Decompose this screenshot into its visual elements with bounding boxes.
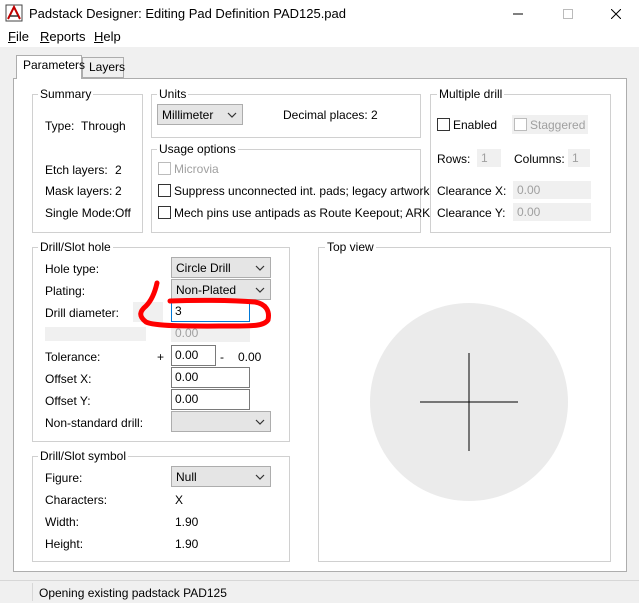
- plating-select[interactable]: Non-Plated: [171, 279, 271, 300]
- offset-y-input[interactable]: 0.00: [171, 389, 250, 410]
- chevron-down-icon: [255, 265, 265, 271]
- drill-slot-hole-title: Drill/Slot hole: [38, 240, 113, 254]
- microvia-checkbox[interactable]: [158, 162, 171, 175]
- clearance-x-field[interactable]: 0.00: [513, 181, 591, 199]
- offset-x-input[interactable]: 0.00: [171, 367, 250, 388]
- decimal-places-label: Decimal places:: [283, 108, 368, 122]
- suppress-unconnected-label: Suppress unconnected int. pads; legacy a…: [174, 184, 430, 198]
- mech-pins-checkbox[interactable]: [158, 206, 171, 219]
- type-label: Type:: [45, 119, 75, 133]
- secondary-diameter-field[interactable]: 0.00: [171, 324, 250, 342]
- non-standard-drill-select[interactable]: [171, 411, 271, 432]
- non-standard-drill-label: Non-standard drill:: [45, 416, 144, 430]
- tab-parameters[interactable]: Parameters: [16, 55, 85, 79]
- hole-type-select[interactable]: Circle Drill: [171, 257, 271, 278]
- etch-layers-value: 2: [115, 163, 122, 177]
- status-separator: [32, 583, 33, 601]
- tab-layers[interactable]: Layers: [82, 57, 125, 78]
- columns-label: Columns:: [514, 152, 565, 166]
- staggered-label: Staggered: [530, 118, 586, 132]
- width-label: Width:: [45, 515, 80, 529]
- plating-label: Plating:: [45, 284, 86, 298]
- window-title: Padstack Designer: Editing Pad Definitio…: [29, 6, 347, 21]
- drill-diameter-spacer: [133, 302, 163, 322]
- maximize-icon: [563, 8, 573, 19]
- tolerance-minus-sign: -: [220, 350, 224, 364]
- microvia-label: Microvia: [174, 162, 219, 176]
- height-label: Height:: [45, 537, 84, 551]
- decimal-places-value: 2: [371, 108, 378, 122]
- width-value: 1.90: [175, 515, 199, 529]
- menu-reports[interactable]: Reports: [40, 29, 86, 44]
- clearance-y-label: Clearance Y:: [437, 206, 506, 220]
- tolerance-plus-input[interactable]: 0.00: [171, 345, 216, 366]
- single-mode-value: Off: [115, 206, 131, 220]
- multi-drill-enabled-label: Enabled: [453, 118, 498, 132]
- units-title: Units: [157, 87, 189, 101]
- columns-field[interactable]: 1: [568, 149, 590, 167]
- chevron-down-icon: [255, 474, 265, 480]
- multiple-drill-title: Multiple drill: [437, 87, 505, 101]
- close-icon: [611, 8, 621, 19]
- menu-help[interactable]: Help: [94, 29, 121, 44]
- drill-diameter-label: Drill diameter:: [45, 306, 120, 320]
- multi-drill-enabled-checkbox[interactable]: [437, 118, 450, 131]
- top-view-canvas: [370, 303, 568, 501]
- usage-options-title: Usage options: [157, 142, 238, 156]
- chevron-down-icon: [255, 419, 265, 425]
- close-button[interactable]: [593, 0, 639, 27]
- staggered-checkbox[interactable]: [514, 118, 527, 131]
- minimize-button[interactable]: [495, 0, 541, 27]
- secondary-label-placeholder: [45, 327, 146, 341]
- clearance-y-field[interactable]: 0.00: [513, 203, 591, 221]
- drill-slot-symbol-title: Drill/Slot symbol: [38, 449, 129, 463]
- suppress-unconnected-checkbox[interactable]: [158, 184, 171, 197]
- rows-field[interactable]: 1: [477, 149, 501, 167]
- characters-label: Characters:: [45, 493, 108, 507]
- height-value: 1.90: [175, 537, 199, 551]
- mask-layers-value: 2: [115, 184, 122, 198]
- mask-layers-label: Mask layers:: [45, 184, 113, 198]
- offset-x-label: Offset X:: [45, 372, 92, 386]
- figure-select[interactable]: Null: [171, 466, 271, 487]
- clearance-x-label: Clearance X:: [437, 184, 507, 198]
- status-text: Opening existing padstack PAD125: [39, 586, 227, 600]
- tolerance-minus-value: 0.00: [238, 350, 262, 364]
- minimize-icon: [513, 13, 523, 14]
- mech-pins-label: Mech pins use antipads as Route Keepout;…: [174, 206, 431, 220]
- hole-type-label: Hole type:: [45, 262, 100, 276]
- summary-title: Summary: [38, 87, 94, 101]
- figure-label: Figure:: [45, 471, 83, 485]
- type-value: Through: [81, 119, 126, 133]
- units-select[interactable]: Millimeter: [157, 104, 243, 125]
- drill-diameter-input[interactable]: 3: [171, 301, 250, 322]
- etch-layers-label: Etch layers:: [45, 163, 108, 177]
- padstack-app-icon: [5, 4, 23, 22]
- maximize-button[interactable]: [545, 0, 591, 27]
- single-mode-label: Single Mode:: [45, 206, 116, 220]
- chevron-down-icon: [255, 287, 265, 293]
- offset-y-label: Offset Y:: [45, 394, 91, 408]
- characters-value: X: [175, 493, 184, 507]
- rows-label: Rows:: [437, 152, 471, 166]
- tolerance-plus-sign: +: [157, 350, 165, 364]
- tolerance-label: Tolerance:: [45, 350, 101, 364]
- chevron-down-icon: [227, 112, 237, 118]
- menu-file[interactable]: File: [8, 29, 29, 44]
